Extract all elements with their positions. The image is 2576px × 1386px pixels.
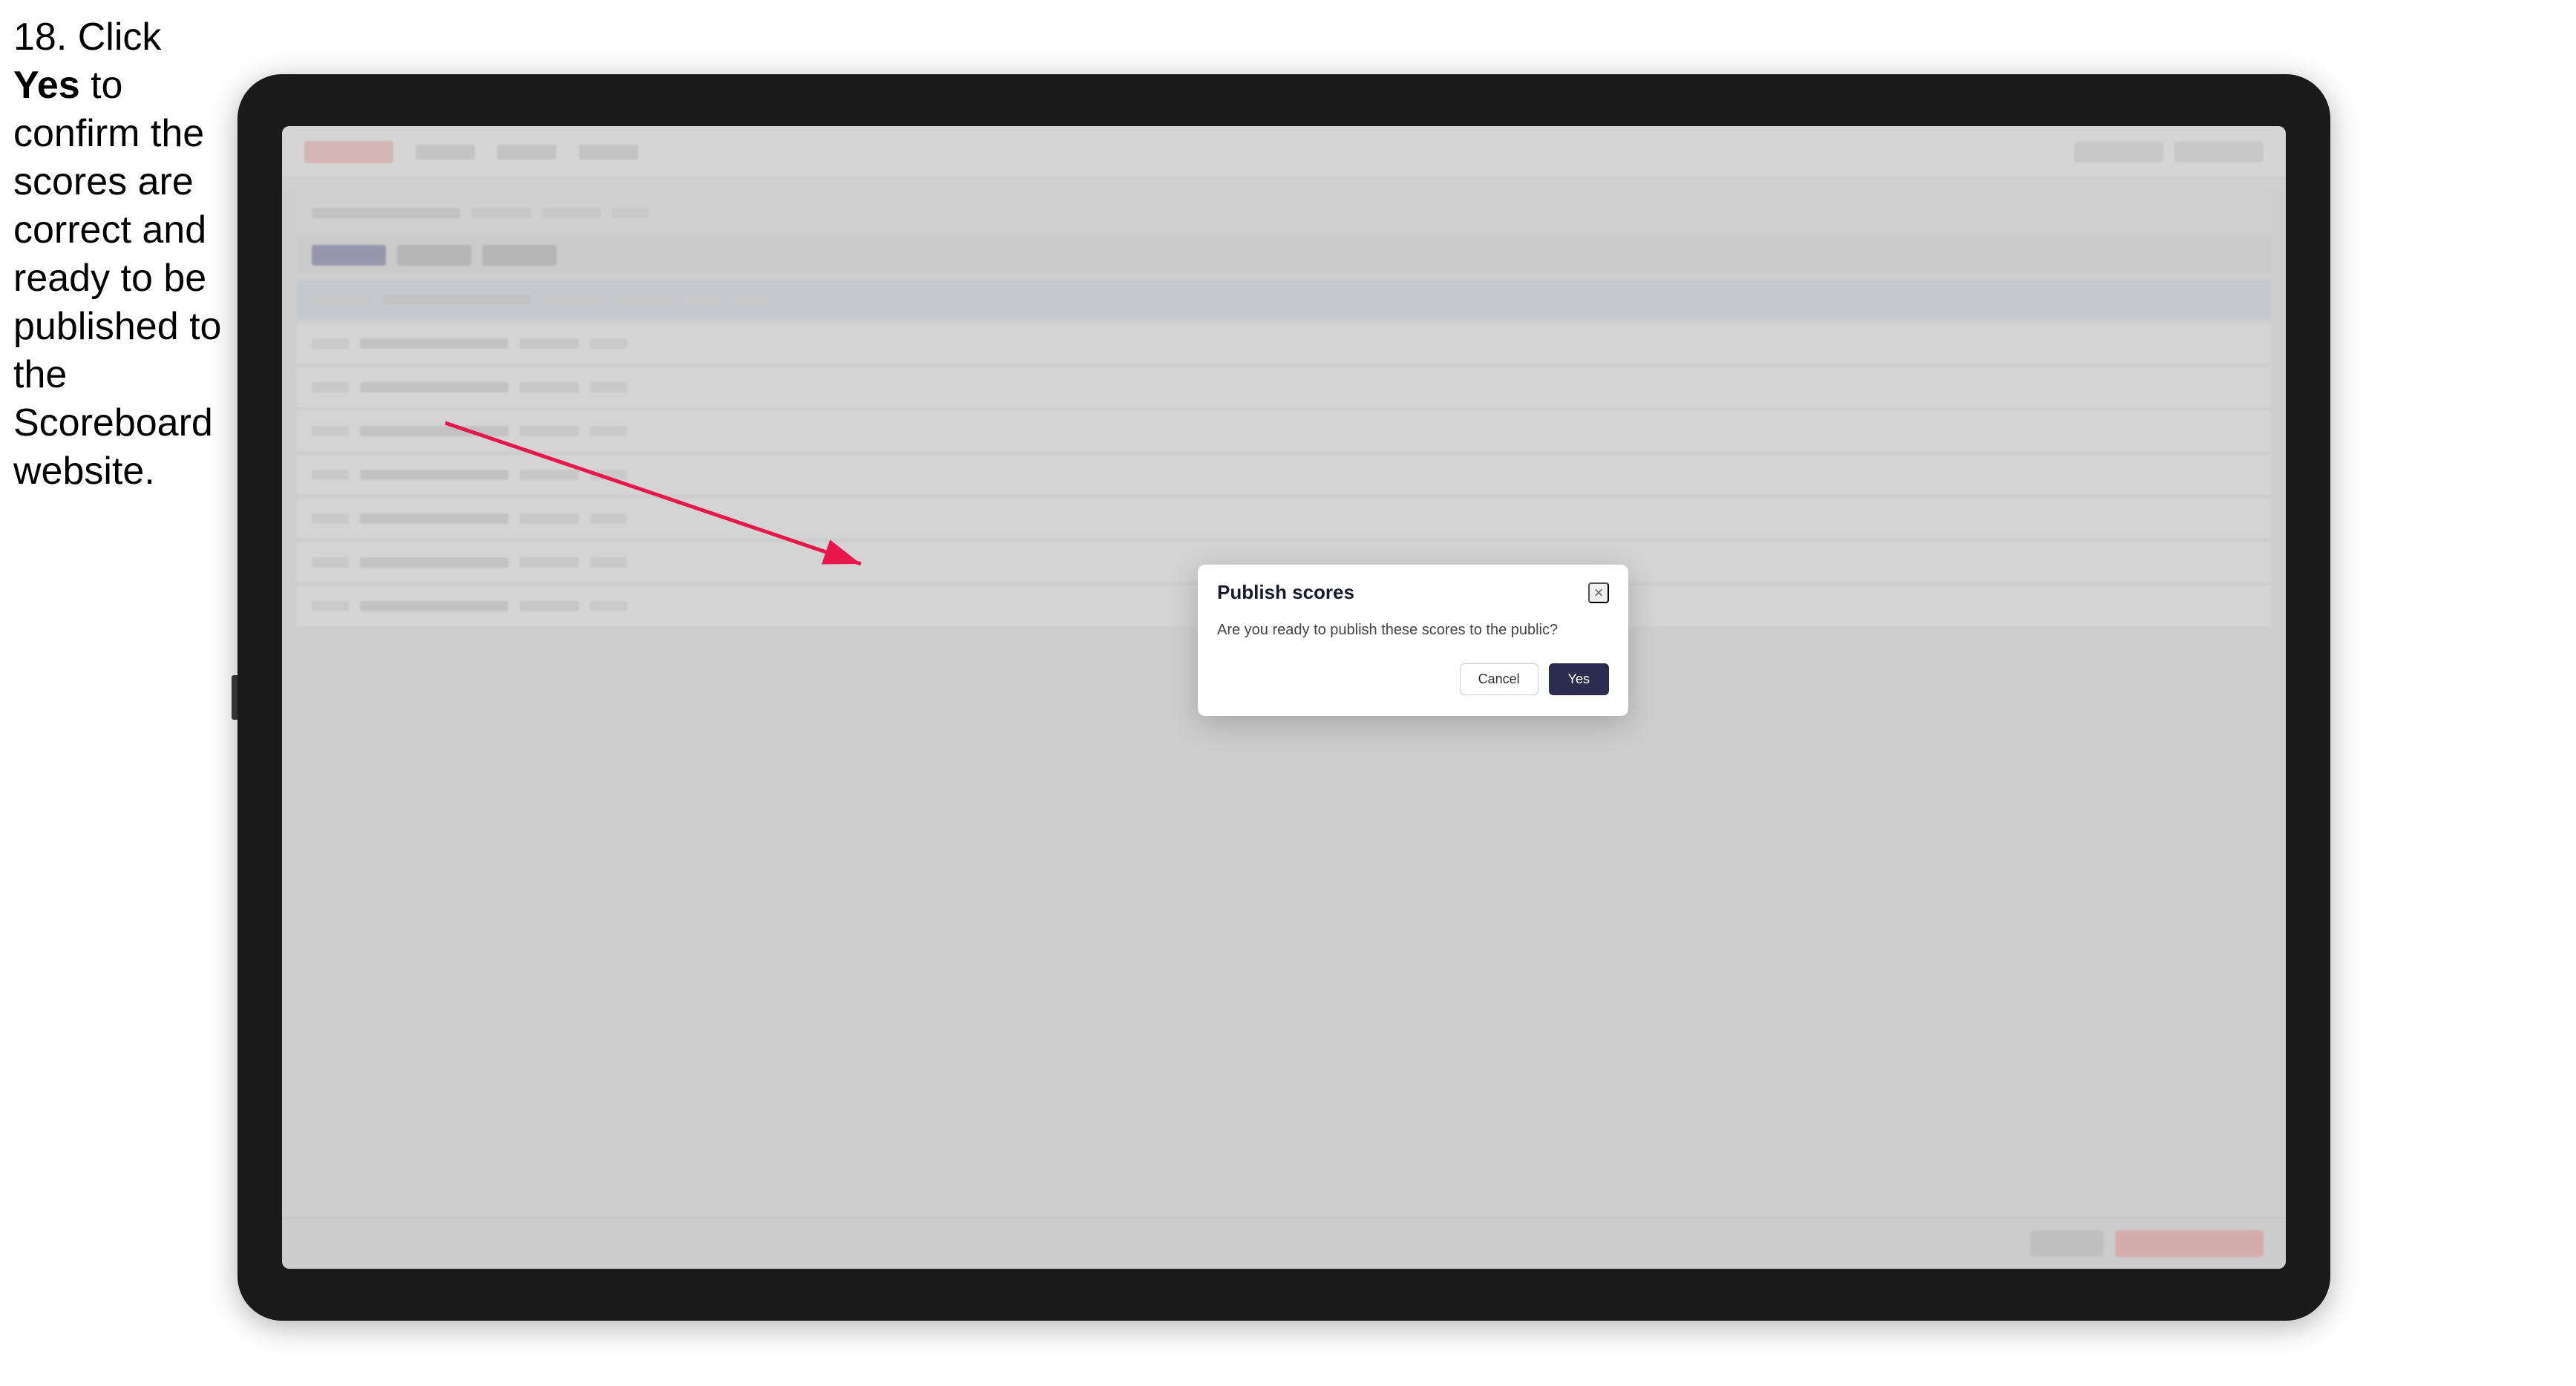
dialog-title: Publish scores <box>1217 581 1354 604</box>
cancel-button[interactable]: Cancel <box>1460 663 1538 695</box>
instruction-body: to confirm the scores are correct and re… <box>13 64 221 493</box>
tablet-device: Publish scores × Are you ready to publis… <box>237 74 2330 1321</box>
dialog-actions: Cancel Yes <box>1217 663 1609 695</box>
dialog-message: Are you ready to publish these scores to… <box>1217 619 1609 641</box>
instruction-text: 18. Click Yes to confirm the scores are … <box>13 13 229 496</box>
publish-scores-dialog: Publish scores × Are you ready to publis… <box>1198 565 1628 716</box>
dialog-close-button[interactable]: × <box>1588 582 1609 603</box>
dialog-body: Are you ready to publish these scores to… <box>1198 616 1628 716</box>
yes-emphasis: Yes <box>13 64 80 107</box>
tablet-screen: Publish scores × Are you ready to publis… <box>282 126 2286 1269</box>
yes-button[interactable]: Yes <box>1549 663 1609 695</box>
tablet-side-button <box>232 675 237 720</box>
step-number: 18. Click <box>13 16 161 59</box>
dialog-header: Publish scores × <box>1198 565 1628 616</box>
